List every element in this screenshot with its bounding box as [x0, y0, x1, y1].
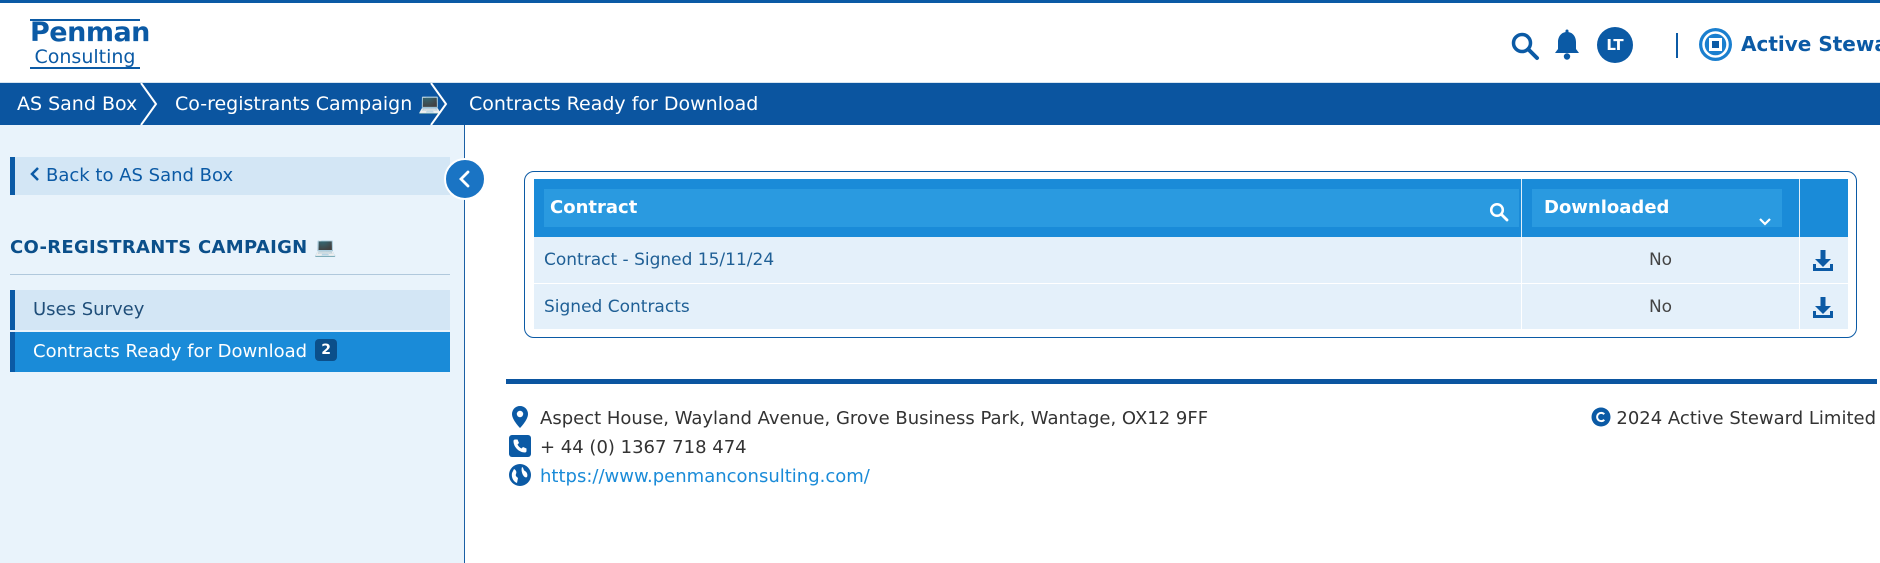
table-row: Contract - Signed 15/11/24 No: [534, 237, 1848, 283]
table-header: Contract Downloaded: [534, 179, 1848, 237]
website-link[interactable]: https://www.penmanconsulting.com/: [540, 466, 870, 487]
chevron-down-icon: [1758, 203, 1772, 226]
back-link[interactable]: Back to AS Sand Box: [10, 157, 450, 195]
avatar[interactable]: LT: [1597, 27, 1633, 63]
globe-icon: [508, 463, 532, 487]
chevron-left-icon: [459, 170, 470, 188]
sidebar-divider: [10, 274, 450, 275]
contract-name-cell[interactable]: Contract - Signed 15/11/24: [544, 237, 774, 283]
sidebar: Back to AS Sand Box CO-REGISTRANTS CAMPA…: [0, 125, 486, 563]
address-text: Aspect House, Wayland Avenue, Grove Busi…: [540, 408, 1209, 429]
breadcrumb-chevron-icon: [428, 82, 450, 126]
header-divider: [1676, 33, 1678, 58]
sidebar-item-label: Uses Survey: [33, 299, 145, 320]
back-link-label: Back to AS Sand Box: [46, 165, 234, 186]
collapse-sidebar-button[interactable]: [444, 158, 486, 200]
phone-text: + 44 (0) 1367 718 474: [540, 437, 747, 458]
contract-column-header[interactable]: Contract: [544, 189, 1519, 227]
column-divider: [1799, 284, 1800, 330]
logo-line-2: Consulting: [34, 46, 136, 68]
downloaded-filter-dropdown[interactable]: Downloaded: [1532, 189, 1782, 227]
logo-line-1: Penman: [30, 17, 150, 48]
column-divider: [1521, 179, 1522, 237]
footer-copyright: 2024 Active Steward Limited: [1591, 405, 1876, 433]
top-bar: Penman Consulting LT Active Steward: [0, 0, 1880, 83]
logo-bottom-line: [30, 67, 140, 69]
active-steward-logo-icon: [1698, 27, 1733, 62]
sidebar-item-contracts-ready[interactable]: Contracts Ready for Download 2: [10, 332, 450, 372]
search-icon[interactable]: [1510, 31, 1540, 61]
footer-phone: + 44 (0) 1367 718 474: [508, 434, 747, 462]
column-divider: [1799, 237, 1800, 283]
contract-column-label: Contract: [550, 197, 638, 218]
copyright-text: 2024 Active Steward Limited: [1616, 408, 1876, 429]
chevron-left-icon: [30, 167, 39, 181]
map-pin-icon: [508, 405, 532, 429]
breadcrumb: AS Sand Box Co-registrants Campaign 💻 Co…: [0, 82, 1880, 126]
column-divider: [1799, 179, 1800, 237]
logo-top-line: [30, 19, 140, 21]
sidebar-heading: CO-REGISTRANTS CAMPAIGN 💻: [10, 237, 337, 258]
downloaded-cell: No: [1648, 297, 1673, 317]
breadcrumb-item-current: Contracts Ready for Download: [469, 93, 759, 115]
search-icon[interactable]: [1489, 198, 1509, 222]
downloaded-cell: No: [1648, 250, 1673, 270]
footer-divider: [506, 379, 1877, 384]
breadcrumb-item-sandbox[interactable]: AS Sand Box: [17, 83, 137, 125]
copyright-icon: [1591, 407, 1611, 427]
footer-address: Aspect House, Wayland Avenue, Grove Busi…: [508, 405, 1208, 433]
penman-logo[interactable]: Penman Consulting: [30, 17, 150, 69]
downloaded-column-label: Downloaded: [1544, 197, 1670, 218]
contract-name-cell[interactable]: Signed Contracts: [544, 284, 690, 330]
brand-name: Active Steward: [1741, 32, 1880, 56]
contracts-table: Contract Downloaded Contract - Signed 15…: [524, 171, 1857, 338]
bell-icon[interactable]: [1553, 29, 1581, 61]
download-icon[interactable]: [1811, 249, 1835, 273]
phone-icon: [508, 434, 532, 458]
count-badge: 2: [315, 339, 338, 361]
breadcrumb-chevron-icon: [138, 82, 160, 126]
table-row: Signed Contracts No: [534, 283, 1848, 330]
sidebar-item-uses-survey[interactable]: Uses Survey: [10, 290, 450, 330]
footer-website: https://www.penmanconsulting.com/: [508, 463, 870, 491]
breadcrumb-item-campaign[interactable]: Co-registrants Campaign 💻: [175, 83, 442, 125]
sidebar-item-label: Contracts Ready for Download: [33, 341, 308, 362]
download-icon[interactable]: [1811, 296, 1835, 320]
